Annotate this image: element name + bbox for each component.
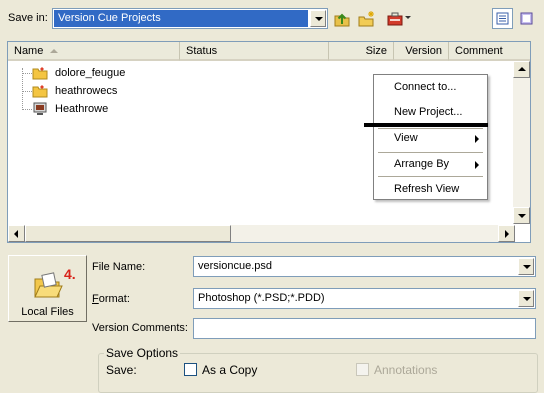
vertical-scrollbar[interactable]: [513, 61, 530, 224]
tree-line: [22, 109, 32, 110]
menu-item-arrange-by[interactable]: Arrange By: [375, 153, 486, 175]
annotations-label: Annotations: [374, 363, 438, 377]
save-in-value: Version Cue Projects: [54, 10, 308, 27]
context-menu: Connect to... New Project... View Arrang…: [373, 74, 488, 200]
menu-item-refresh-view[interactable]: Refresh View: [375, 178, 486, 200]
save-label: Save:: [106, 363, 137, 377]
details-view-icon[interactable]: [492, 8, 513, 29]
sort-ascending-icon: [50, 49, 58, 53]
file-name-label: File Name:: [92, 261, 146, 273]
file-name-field[interactable]: versioncue.psd: [193, 256, 536, 277]
chevron-down-icon[interactable]: [518, 290, 534, 307]
menu-item-new-project[interactable]: New Project...: [375, 101, 486, 123]
scroll-right-button[interactable]: [498, 225, 515, 242]
project-folder-icon: [32, 85, 48, 98]
column-header-version[interactable]: Version: [394, 42, 449, 61]
new-folder-icon[interactable]: [358, 10, 376, 28]
format-label: Format:: [92, 293, 130, 305]
save-in-label: Save in:: [8, 12, 48, 24]
horizontal-scrollbar[interactable]: [8, 225, 515, 242]
as-a-copy-label[interactable]: As a Copy: [202, 363, 257, 377]
column-header-comment[interactable]: Comment: [449, 42, 530, 61]
local-files-label: Local Files: [21, 306, 74, 318]
column-header-size[interactable]: Size: [329, 42, 394, 61]
menu-item-view[interactable]: View: [375, 127, 486, 149]
tools-menu-caret-icon[interactable]: [405, 16, 411, 19]
version-comments-label: Version Comments:: [92, 322, 188, 334]
version-comments-input[interactable]: [193, 318, 536, 339]
up-folder-icon[interactable]: [333, 10, 351, 28]
chevron-down-icon[interactable]: [310, 10, 326, 27]
tree-line: [22, 91, 32, 92]
chevron-down-icon[interactable]: [518, 258, 534, 275]
step-number-annotation: 4.: [64, 266, 76, 282]
scroll-left-button[interactable]: [8, 225, 25, 242]
thumbnail-view-icon[interactable]: [516, 8, 537, 29]
submenu-arrow-icon: [475, 161, 479, 169]
open-folder-icon: [34, 272, 63, 298]
menu-item-highlight-bar: [364, 123, 488, 127]
annotations-checkbox: [356, 363, 369, 376]
save-in-dropdown[interactable]: Version Cue Projects: [52, 8, 328, 29]
tree-line: [22, 68, 23, 110]
horizontal-scroll-thumb[interactable]: [25, 225, 231, 242]
submenu-arrow-icon: [475, 135, 479, 143]
as-a-copy-checkbox[interactable]: [184, 363, 197, 376]
menu-item-connect-to[interactable]: Connect to...: [375, 76, 486, 98]
scroll-down-button[interactable]: [513, 207, 530, 224]
column-header-name[interactable]: Name: [8, 42, 180, 61]
tree-line: [22, 73, 32, 74]
scroll-up-button[interactable]: [513, 61, 530, 78]
tools-menu-icon[interactable]: [386, 10, 404, 28]
server-icon: [33, 102, 47, 115]
column-header-status[interactable]: Status: [180, 42, 329, 61]
save-options-title: Save Options: [104, 346, 181, 360]
menu-separator: [378, 176, 483, 177]
project-folder-icon: [32, 67, 48, 80]
format-select[interactable]: Photoshop (*.PSD;*.PDD): [193, 288, 536, 309]
